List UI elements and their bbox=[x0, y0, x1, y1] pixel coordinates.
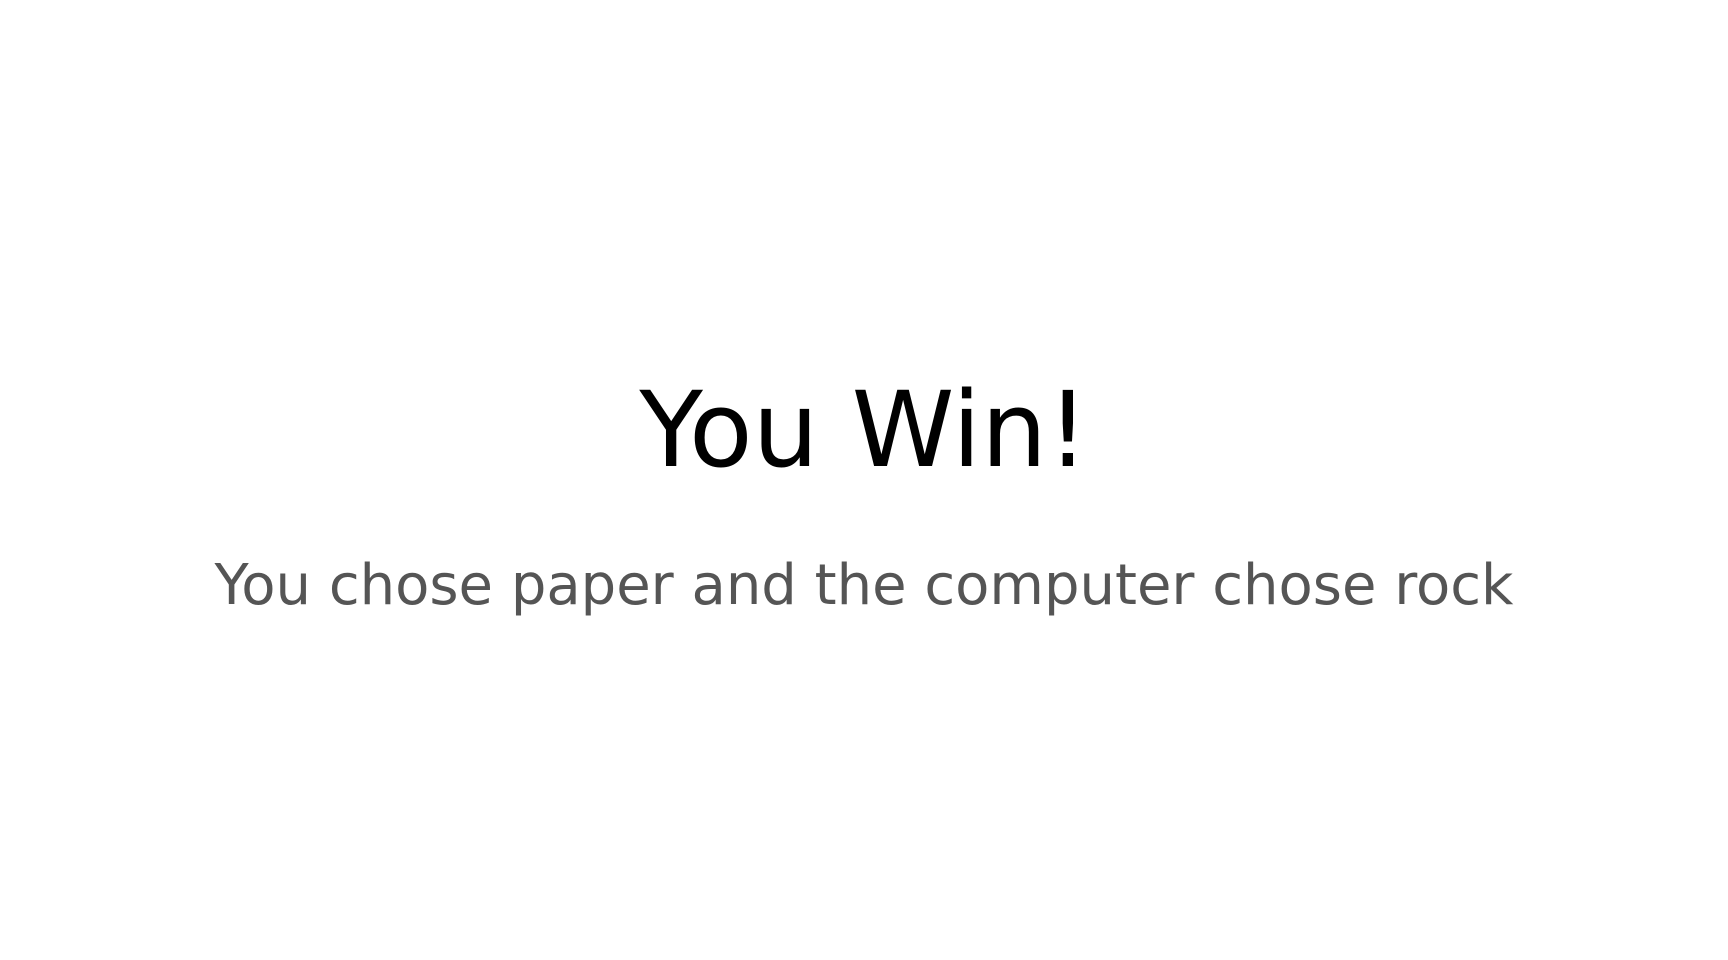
result-message: You chose paper and the computer chose r… bbox=[214, 553, 1514, 618]
result-title: You Win! bbox=[639, 369, 1089, 491]
